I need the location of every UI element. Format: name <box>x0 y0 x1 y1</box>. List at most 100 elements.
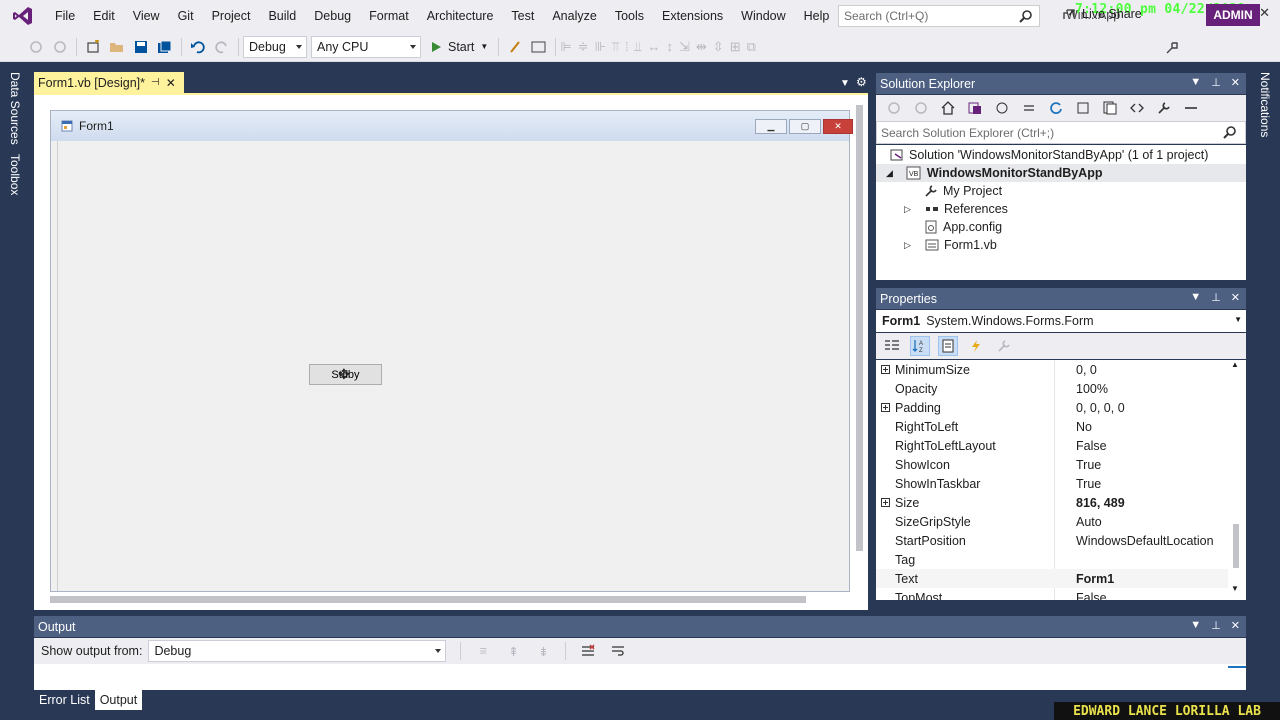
property-row-showicon[interactable]: ShowIcon True <box>876 455 1228 474</box>
undo-icon[interactable] <box>188 37 208 57</box>
menu-item-window[interactable]: Window <box>732 0 794 32</box>
tree-item-references[interactable]: ▷ References <box>904 200 1008 218</box>
pin-preview-icon[interactable] <box>1181 98 1201 118</box>
find-message-icon[interactable]: ≡ <box>473 641 493 661</box>
menu-item-test[interactable]: Test <box>502 0 543 32</box>
pin-icon[interactable]: ⊥ <box>1211 291 1221 304</box>
configuration-select[interactable]: Debug <box>243 35 307 58</box>
toggle-word-wrap-icon[interactable] <box>608 641 628 661</box>
menu-item-edit[interactable]: Edit <box>84 0 124 32</box>
visual-studio-logo-icon[interactable] <box>0 0 46 32</box>
property-row-text[interactable]: Text Form1 <box>876 569 1228 588</box>
property-value[interactable]: 0, 0 <box>1058 363 1097 377</box>
property-value[interactable]: 0, 0, 0, 0 <box>1058 401 1125 415</box>
collapsed-arrow-icon[interactable]: ▷ <box>904 240 916 251</box>
property-value[interactable]: 816, 489 <box>1058 496 1125 510</box>
menu-item-extensions[interactable]: Extensions <box>653 0 732 32</box>
expand-plus-icon[interactable] <box>876 365 894 374</box>
tree-item-project[interactable]: ◢ VB WindowsMonitorStandByApp <box>876 164 1246 182</box>
search-input[interactable]: Search (Ctrl+Q) <box>838 5 1040 27</box>
next-message-icon[interactable]: ⇟ <box>533 641 553 661</box>
save-all-icon[interactable] <box>155 37 175 57</box>
events-lightning-icon[interactable] <box>966 336 986 356</box>
property-value[interactable]: False <box>1058 439 1107 453</box>
menu-item-project[interactable]: Project <box>203 0 260 32</box>
scroll-up-icon[interactable]: ▲ <box>1231 360 1239 369</box>
horizontal-spacing-icon[interactable]: ⇹ <box>696 39 707 55</box>
redo-icon[interactable] <box>212 37 232 57</box>
menu-item-analyze[interactable]: Analyze <box>543 0 605 32</box>
document-list-chevron-icon[interactable]: ▼ <box>840 78 850 89</box>
gear-icon[interactable]: ⚙ <box>856 75 867 89</box>
output-text-area[interactable] <box>34 664 1246 690</box>
pin-icon[interactable]: ⊥ <box>1211 619 1221 632</box>
make-same-height-icon[interactable]: ↕ <box>666 39 673 55</box>
chevron-down-icon[interactable]: ▼ <box>480 42 488 51</box>
property-row-opacity[interactable]: Opacity 100% <box>876 379 1228 398</box>
property-pages-wrench-icon[interactable] <box>994 336 1014 356</box>
property-row-size[interactable]: Size 816, 489 <box>876 493 1228 512</box>
property-value[interactable]: Auto <box>1058 515 1102 529</box>
form-designer-frame[interactable]: Form1 ▁ ▢ ✕ Stdby ✥ <box>50 110 853 592</box>
menu-item-git[interactable]: Git <box>169 0 203 32</box>
switch-views-icon[interactable] <box>965 98 985 118</box>
property-row-padding[interactable]: Padding 0, 0, 0, 0 <box>876 398 1228 417</box>
properties-object-select[interactable]: Form1 System.Windows.Forms.Form ▼ <box>876 310 1246 332</box>
align-centers-icon[interactable]: ≑ <box>578 39 589 55</box>
tab-form1-design[interactable]: Form1.vb [Design]* ⊣ ✕ <box>34 72 184 93</box>
bring-to-front-icon[interactable]: ⧉ <box>747 39 756 55</box>
expand-plus-icon[interactable] <box>876 403 894 412</box>
menu-item-format[interactable]: Format <box>360 0 418 32</box>
property-value[interactable]: 100% <box>1058 382 1108 396</box>
align-lefts-icon[interactable]: ⊫ <box>560 39 571 55</box>
vertical-spacing-icon[interactable]: ⇳ <box>713 39 724 55</box>
view-code-icon[interactable] <box>1127 98 1147 118</box>
expanded-arrow-icon[interactable]: ◢ <box>886 168 893 179</box>
properties-page-icon[interactable] <box>938 336 958 356</box>
property-row-sizegripstyle[interactable]: SizeGripStyle Auto <box>876 512 1228 531</box>
notifications-tab[interactable]: Notifications <box>1258 72 1272 137</box>
property-value[interactable]: WindowsDefaultLocation <box>1058 534 1214 548</box>
close-icon[interactable]: ✕ <box>1231 291 1240 304</box>
menu-item-file[interactable]: File <box>46 0 84 32</box>
property-row-tag[interactable]: Tag <box>876 550 1228 569</box>
property-value[interactable]: True <box>1058 477 1101 491</box>
property-row-showintaskbar[interactable]: ShowInTaskbar True <box>876 474 1228 493</box>
home-icon[interactable] <box>938 98 958 118</box>
browser-link-icon[interactable] <box>529 37 549 57</box>
admin-badge[interactable]: ADMIN <box>1206 4 1260 26</box>
property-value[interactable]: No <box>1058 420 1092 434</box>
forward-icon[interactable] <box>911 98 931 118</box>
make-same-size-icon[interactable]: ⇲ <box>679 39 690 55</box>
refresh-icon[interactable] <box>1046 98 1066 118</box>
close-icon[interactable]: ✕ <box>1231 76 1240 89</box>
sync-icon[interactable] <box>1019 98 1039 118</box>
collapse-all-icon[interactable] <box>1073 98 1093 118</box>
tree-item-app-config[interactable]: App.config <box>924 218 1002 236</box>
properties-wrench-icon[interactable] <box>1154 98 1174 118</box>
menu-item-build[interactable]: Build <box>259 0 305 32</box>
close-icon[interactable]: ✕ <box>1259 5 1270 21</box>
pin-icon[interactable]: ⊥ <box>1211 76 1221 89</box>
menu-item-tools[interactable]: Tools <box>606 0 653 32</box>
tab-output[interactable]: Output <box>94 690 143 710</box>
menu-item-debug[interactable]: Debug <box>305 0 360 32</box>
align-middles-icon[interactable]: ⦙ <box>625 39 628 55</box>
center-horizontally-icon[interactable]: ⊞ <box>730 39 741 55</box>
menu-item-view[interactable]: View <box>124 0 169 32</box>
output-source-select[interactable]: Debug <box>148 640 447 662</box>
solution-explorer-search-input[interactable]: Search Solution Explorer (Ctrl+;) <box>876 121 1246 144</box>
panel-menu-chevron-icon[interactable]: ▼ <box>1190 76 1201 89</box>
property-row-minimumsize[interactable]: MinimumSize 0, 0 <box>876 360 1228 379</box>
align-bottoms-icon[interactable]: ⫫ <box>634 39 641 55</box>
previous-message-icon[interactable]: ⇞ <box>503 641 523 661</box>
back-icon[interactable] <box>884 98 904 118</box>
property-value[interactable]: True <box>1058 458 1101 472</box>
tab-error-list[interactable]: Error List <box>34 690 95 710</box>
clear-all-icon[interactable] <box>578 641 598 661</box>
panel-menu-chevron-icon[interactable]: ▼ <box>1190 619 1201 632</box>
show-all-files-icon[interactable] <box>1100 98 1120 118</box>
form-client-area[interactable]: Stdby ✥ <box>57 141 849 591</box>
panel-menu-chevron-icon[interactable]: ▼ <box>1190 291 1201 304</box>
toolbox-tab[interactable]: Toolbox <box>8 154 22 195</box>
